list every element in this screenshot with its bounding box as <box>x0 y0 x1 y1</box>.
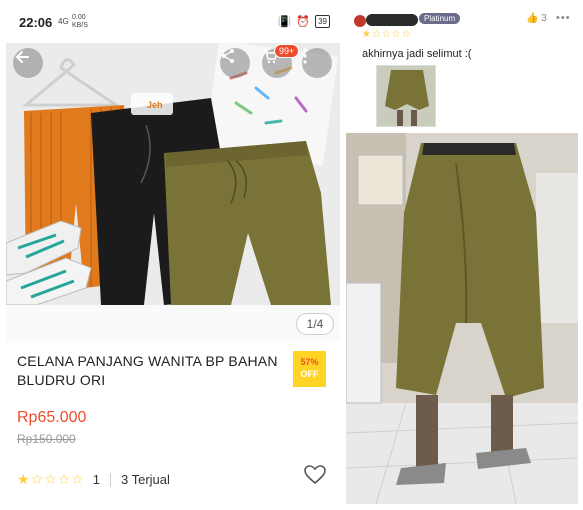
product-screen: 22:06 4G 0.00 KB/S 📳 ⏰ 39 Jeh 99+ 1/4 CE… <box>6 5 340 504</box>
network-speed-unit: KB/S <box>72 22 88 29</box>
thumbnail-illustration <box>377 66 435 126</box>
share-icon <box>222 49 234 63</box>
product-title: CELANA PANJANG WANITA BP BAHAN BLUDRU OR… <box>17 353 278 388</box>
product-price: Rp65.000 <box>17 409 87 426</box>
discount-label: OFF <box>300 369 319 379</box>
vibrate-icon: 📳 <box>277 16 292 28</box>
back-button[interactable] <box>13 48 43 78</box>
rating-stars: ★☆☆☆☆ <box>17 471 85 487</box>
reviewer-name-redacted <box>366 14 418 26</box>
more-options-button[interactable] <box>302 48 332 78</box>
alarm-icon: ⏰ <box>296 16 311 28</box>
review-more-button[interactable]: ••• <box>556 12 571 24</box>
image-page-indicator: 1/4 <box>296 313 334 335</box>
member-tier-badge: Platinum <box>419 13 461 24</box>
status-bar: 22:06 4G 0.00 KB/S 📳 ⏰ 39 <box>6 5 340 41</box>
network-speed-value: 0.00 <box>72 14 86 21</box>
rating-value: 1 <box>92 472 100 487</box>
network-speed: 0.00 KB/S <box>72 14 88 30</box>
original-price: Rp150.000 <box>17 432 76 446</box>
cart-count-badge: 99+ <box>274 44 300 58</box>
product-image[interactable]: Jeh <box>6 43 340 305</box>
review-text: akhirnya jadi selimut :( <box>362 48 472 60</box>
favorite-button[interactable] <box>304 465 326 491</box>
review-photo[interactable] <box>346 133 578 504</box>
product-photo-illustration <box>6 43 340 305</box>
rating-row[interactable]: ★☆☆☆☆ 1 3 Terjual <box>17 471 170 488</box>
discount-badge: 57% OFF <box>293 351 326 387</box>
photo-watermark: Jeh <box>147 100 163 110</box>
review-panel: Platinum 👍 3 ••• ★☆☆☆☆ akhirnya jadi sel… <box>346 5 578 504</box>
more-vertical-icon <box>303 48 307 64</box>
review-photo-thumbnail[interactable] <box>376 65 436 127</box>
thumbs-up-icon: 👍 <box>526 13 539 24</box>
review-photo-illustration <box>346 133 578 504</box>
signal-indicator: 4G <box>58 17 69 26</box>
reviewer-avatar[interactable] <box>354 15 366 27</box>
sold-count: 3 Terjual <box>121 472 170 487</box>
like-button[interactable]: 👍 3 <box>526 13 547 24</box>
battery-indicator: 39 <box>315 15 330 28</box>
divider <box>110 472 111 487</box>
heart-icon <box>304 465 326 485</box>
discount-percent: 57% <box>300 357 319 367</box>
share-button[interactable] <box>220 48 250 78</box>
review-stars: ★☆☆☆☆ <box>362 29 412 40</box>
status-icons: 📳 ⏰ 39 <box>278 15 330 28</box>
arrow-left-icon <box>15 51 29 63</box>
status-time: 22:06 <box>19 15 53 30</box>
image-footer <box>6 305 340 341</box>
like-count: 3 <box>541 13 547 24</box>
